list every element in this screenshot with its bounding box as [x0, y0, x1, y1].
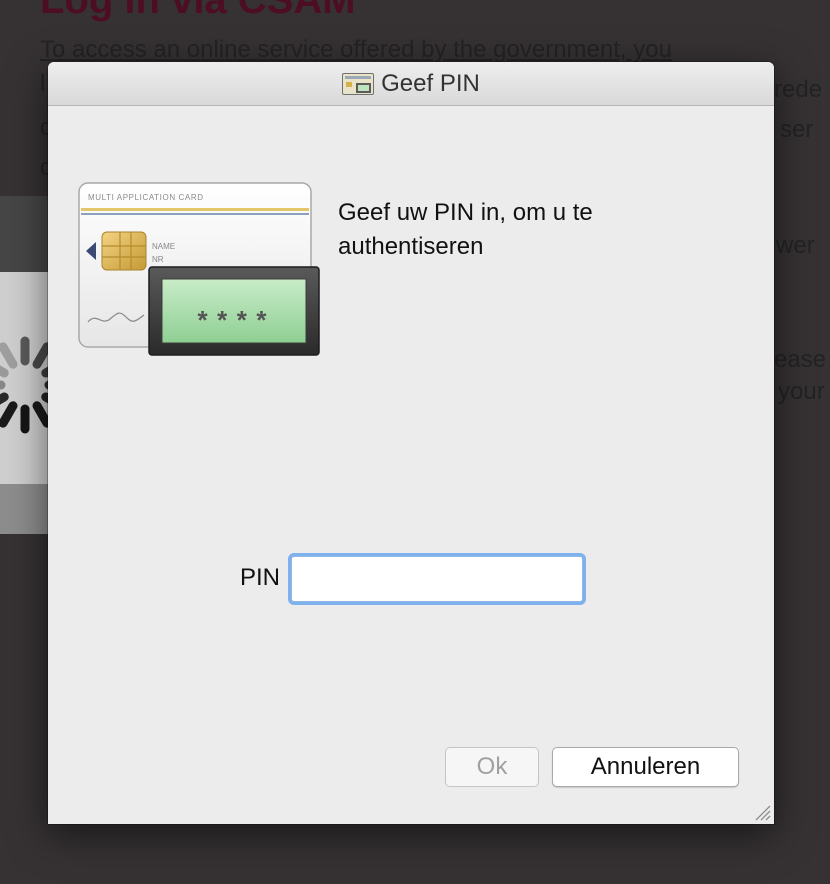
dialog-title: Geef PIN	[381, 70, 480, 97]
background-panel-header	[0, 196, 48, 272]
card-nr-label: NR	[152, 255, 164, 264]
background-intro-text: To access an online service offered by t…	[40, 36, 672, 63]
resize-grip-icon[interactable]	[750, 800, 772, 822]
card-header-text: MULTI APPLICATION CARD	[88, 193, 204, 202]
ok-button[interactable]: Ok	[445, 747, 539, 787]
card-name-label: NAME	[152, 242, 175, 251]
smartcard-pin-illustration: MULTI APPLICATION CARD NAME NR ****	[78, 182, 320, 356]
cancel-button[interactable]: Annuleren	[552, 747, 739, 787]
pin-input[interactable]	[291, 556, 583, 602]
background-page-title: Log in via CSAM	[40, 0, 356, 22]
smartcard-reader-icon	[342, 73, 375, 95]
background-text-fragment: rede	[774, 76, 823, 103]
pin-mask-text: ****	[195, 308, 273, 338]
dialog-message: Geef uw PIN in, om u te authentiseren	[338, 199, 593, 260]
dialog-titlebar[interactable]: Geef PIN	[48, 62, 774, 106]
background-text-fragment: wer	[776, 232, 815, 259]
background-text-fragment: ease	[774, 346, 827, 373]
background-panel-footer	[0, 484, 48, 534]
pin-dialog: Geef PIN MULTI APPLICATION CARD NAME NR …	[48, 62, 774, 824]
pin-label: PIN	[240, 564, 281, 591]
background-text-fragment: your	[778, 378, 825, 405]
